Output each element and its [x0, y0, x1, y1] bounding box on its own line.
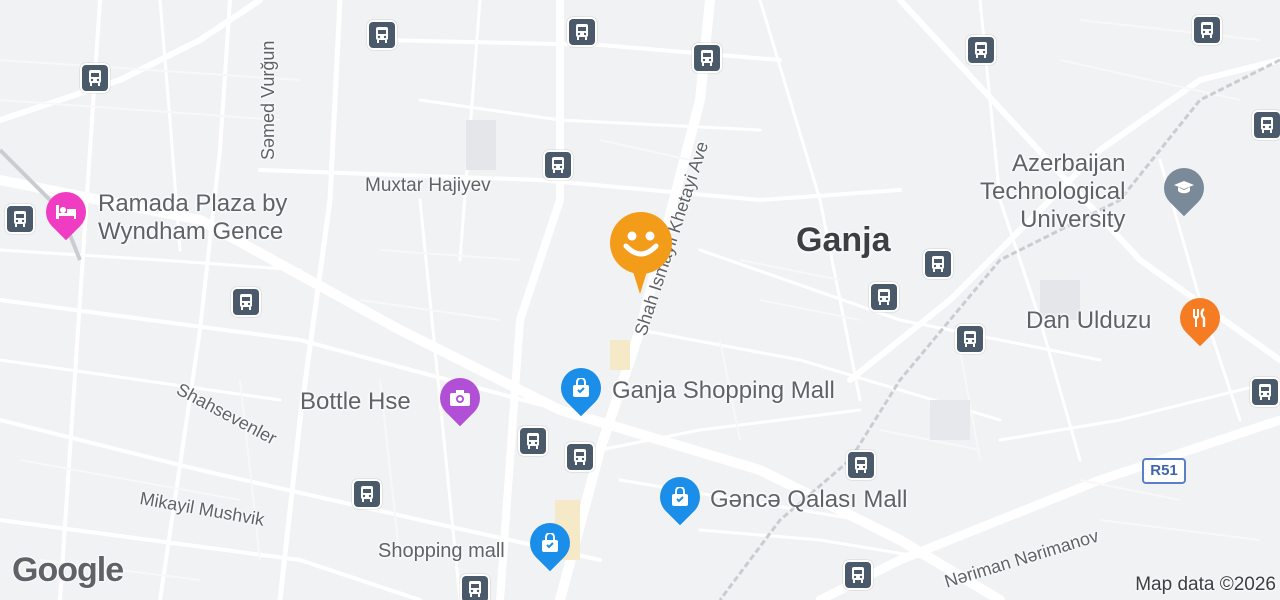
- qalasi-mall-label[interactable]: Gəncə Qalası Mall: [710, 487, 907, 513]
- google-logo[interactable]: Google: [12, 551, 124, 590]
- bus-stop-icon[interactable]: [567, 17, 597, 47]
- bus-stop-icon[interactable]: [692, 43, 722, 73]
- city-label: Ganja: [796, 221, 891, 259]
- ramada-line1: Ramada Plaza by: [98, 190, 288, 217]
- shopping-bag-icon: [530, 523, 570, 563]
- bus-stop-icon[interactable]: [923, 249, 953, 279]
- bus-stop-icon[interactable]: [1192, 15, 1222, 45]
- school-icon: [1164, 168, 1204, 208]
- restaurant-icon: [1180, 298, 1220, 338]
- shopping-bag-icon: [660, 477, 700, 517]
- ramada-label[interactable]: Ramada Plaza by Wyndham Gence: [98, 190, 287, 246]
- bottle-hse-label[interactable]: Bottle Hse: [300, 389, 411, 415]
- bus-stop-icon[interactable]: [966, 35, 996, 65]
- atu-line2: Technological: [980, 178, 1126, 205]
- bus-stop-icon[interactable]: [846, 450, 876, 480]
- bus-stop-icon[interactable]: [231, 287, 261, 317]
- camera-icon: [440, 378, 480, 418]
- bus-stop-icon[interactable]: [843, 560, 873, 590]
- bus-stop-icon[interactable]: [367, 20, 397, 50]
- bus-stop-icon[interactable]: [1250, 377, 1280, 407]
- street-label-semed: Səmed Vurğun: [258, 40, 278, 160]
- bus-stop-icon[interactable]: [543, 150, 573, 180]
- shopping-bag-icon: [561, 368, 601, 408]
- street-label-muxtar: Muxtar Hajiyev: [365, 175, 491, 196]
- road-shield-r51: R51: [1142, 458, 1186, 484]
- smiley-location-icon[interactable]: [610, 212, 672, 274]
- map-attribution[interactable]: Map data ©2026: [1135, 574, 1276, 596]
- atu-line3: University: [1020, 206, 1126, 233]
- bus-stop-icon[interactable]: [80, 63, 110, 93]
- ganja-mall-label[interactable]: Ganja Shopping Mall: [612, 378, 835, 404]
- hotel-icon: [46, 192, 86, 232]
- bus-stop-icon[interactable]: [1252, 110, 1280, 140]
- map-canvas[interactable]: Səmed Vurğun Muxtar Hajiyev Shah Ismayil…: [0, 0, 1280, 600]
- bus-stop-icon[interactable]: [352, 479, 382, 509]
- bus-stop-icon[interactable]: [565, 442, 595, 472]
- bus-stop-icon[interactable]: [518, 426, 548, 456]
- bus-stop-icon[interactable]: [460, 574, 490, 600]
- atu-label[interactable]: Azerbaijan Technological University: [980, 150, 1125, 234]
- ramada-line2: Wyndham Gence: [98, 218, 284, 245]
- bus-stop-icon[interactable]: [955, 324, 985, 354]
- bus-stop-icon[interactable]: [869, 282, 899, 312]
- shopping-mall-label[interactable]: Shopping mall: [378, 538, 505, 564]
- dan-ulduzu-label[interactable]: Dan Ulduzu: [1026, 308, 1151, 334]
- bus-stop-icon[interactable]: [5, 204, 35, 234]
- atu-line1: Azerbaijan: [1012, 150, 1126, 177]
